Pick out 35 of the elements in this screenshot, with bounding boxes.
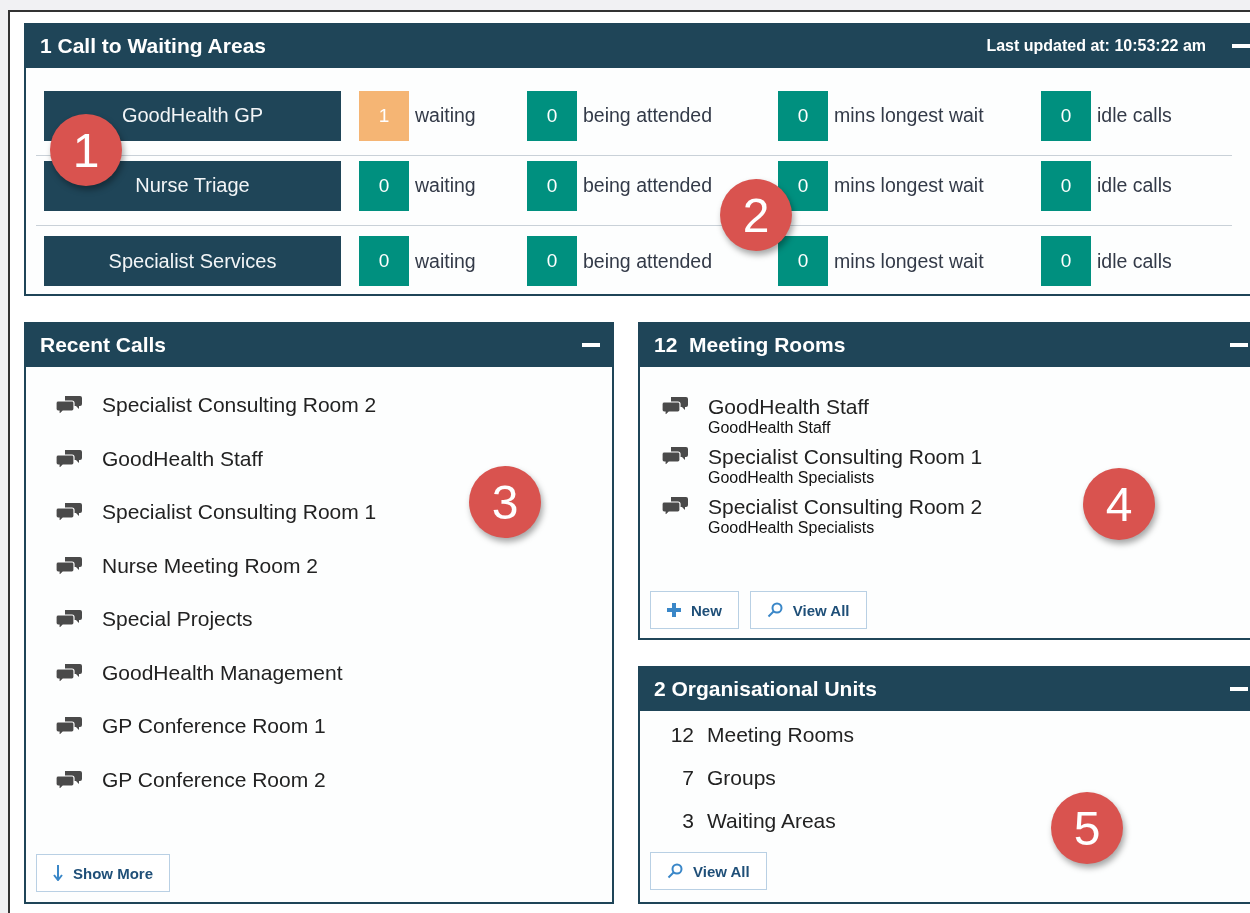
room-group: GoodHealth Staff: [708, 419, 831, 437]
stat-count: 0: [778, 236, 828, 286]
stat-label: waiting: [415, 174, 476, 197]
last-updated: Last updated at: 10:53:22 am: [986, 36, 1206, 55]
stat-label: being attended: [583, 249, 713, 273]
panel-title: 2 Organisational Units: [654, 676, 878, 701]
stat-count: 0: [1041, 236, 1091, 286]
room-group: GoodHealth Specialists: [708, 519, 875, 537]
stat-label: idle calls: [1097, 249, 1172, 273]
stat-count: 0: [359, 160, 409, 211]
stat-label: mins longest wait: [834, 174, 984, 197]
stat-count: 0: [527, 90, 577, 141]
room-group: GoodHealth Specialists: [708, 469, 875, 487]
stat-label: waiting: [415, 104, 476, 127]
stat-label: waiting: [415, 249, 476, 273]
panel-title: 12 Meeting Rooms: [654, 332, 847, 357]
stat-label: being attended: [583, 174, 713, 197]
stat-count: 0: [1041, 90, 1091, 141]
stat-count: 0: [778, 90, 828, 141]
unit-count: 7: [681, 766, 694, 790]
stat-count: 0: [359, 236, 409, 286]
stat-label: being attended: [583, 104, 713, 127]
unit-count: 3: [681, 809, 694, 833]
unit-count: 12: [669, 723, 694, 747]
panel-title: 1 Call to Waiting Areas: [40, 33, 267, 58]
stat-count: 0: [527, 236, 577, 286]
stat-label: mins longest wait: [834, 249, 984, 273]
stat-count: 0: [527, 160, 577, 211]
stat-label: mins longest wait: [834, 104, 984, 127]
stat-label: idle calls: [1097, 104, 1172, 127]
stat-count: 1: [359, 90, 409, 141]
stat-count: 0: [778, 160, 828, 211]
stat-count: 0: [1041, 160, 1091, 211]
stat-label: idle calls: [1097, 174, 1172, 197]
panel-title: Recent Calls: [40, 332, 168, 357]
